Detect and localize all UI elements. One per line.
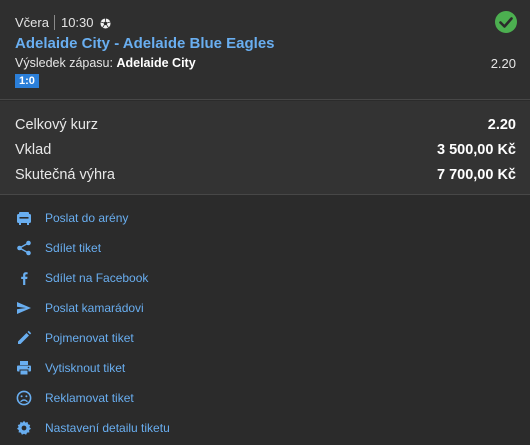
send-to-arena-button[interactable]: Poslat do arény <box>0 203 530 233</box>
stake-row: Vklad 3 500,00 Kč <box>15 142 516 162</box>
rename-ticket-label: Pojmenovat tiket <box>45 331 134 345</box>
soccer-ball-icon <box>99 17 111 29</box>
send-icon <box>16 300 32 316</box>
print-icon <box>16 360 32 376</box>
pencil-icon <box>16 330 32 346</box>
selection-name: Adelaide City <box>116 56 196 70</box>
share-ticket-label: Sdílet tiket <box>45 241 102 255</box>
stake-label: Vklad <box>15 142 52 158</box>
win-value: 7 700,00 Kč <box>436 167 516 183</box>
check-circle-icon <box>495 11 517 33</box>
stake-value: 3 500,00 Kč <box>436 142 516 158</box>
ticket-summary: Celkový kurz 2.20 Vklad 3 500,00 Kč Skut… <box>0 101 530 195</box>
share-ticket-button[interactable]: Sdílet tiket <box>0 233 530 263</box>
sad-face-icon <box>16 390 32 406</box>
market-label: Výsledek zápasu: <box>15 56 113 70</box>
ticket-actions: Poslat do arény Sdílet tiket Sdílet na F… <box>0 196 530 445</box>
score-badge: 1:0 <box>15 74 39 88</box>
claim-ticket-label: Reklamovat tiket <box>45 391 134 405</box>
send-to-arena-label: Poslat do arény <box>45 211 129 225</box>
gear-icon <box>16 420 32 436</box>
share-facebook-button[interactable]: Sdílet na Facebook <box>0 263 530 293</box>
market-line: Výsledek zápasu: Adelaide City <box>15 56 196 70</box>
send-to-friend-label: Poslat kamarádovi <box>45 301 144 315</box>
match-time: 10:30 <box>60 14 94 30</box>
total-odds-row: Celkový kurz 2.20 <box>15 117 516 137</box>
meta-divider <box>53 14 55 30</box>
claim-ticket-button[interactable]: Reklamovat tiket <box>0 383 530 413</box>
selection-odds: 2.20 <box>490 56 516 71</box>
ticket-detail: Včera 10:30 Adelaide City - Adelaide Blu… <box>0 0 530 445</box>
ticket-detail-settings-button[interactable]: Nastavení detailu tiketu <box>0 413 530 443</box>
match-section: Včera 10:30 Adelaide City - Adelaide Blu… <box>0 0 530 100</box>
total-odds-label: Celkový kurz <box>15 117 98 133</box>
win-row: Skutečná výhra 7 700,00 Kč <box>15 167 516 187</box>
win-label: Skutečná výhra <box>15 167 115 183</box>
facebook-icon <box>16 270 32 286</box>
rename-ticket-button[interactable]: Pojmenovat tiket <box>0 323 530 353</box>
match-title-link[interactable]: Adelaide City - Adelaide Blue Eagles <box>15 35 275 52</box>
share-facebook-label: Sdílet na Facebook <box>45 271 149 285</box>
match-day: Včera <box>15 14 49 30</box>
ticket-detail-settings-label: Nastavení detailu tiketu <box>45 421 170 435</box>
print-ticket-button[interactable]: Vytisknout tiket <box>0 353 530 383</box>
arena-icon <box>16 210 32 226</box>
total-odds-value: 2.20 <box>487 117 516 133</box>
match-meta: Včera 10:30 <box>15 14 111 30</box>
send-to-friend-button[interactable]: Poslat kamarádovi <box>0 293 530 323</box>
print-ticket-label: Vytisknout tiket <box>45 361 126 375</box>
share-icon <box>16 240 32 256</box>
